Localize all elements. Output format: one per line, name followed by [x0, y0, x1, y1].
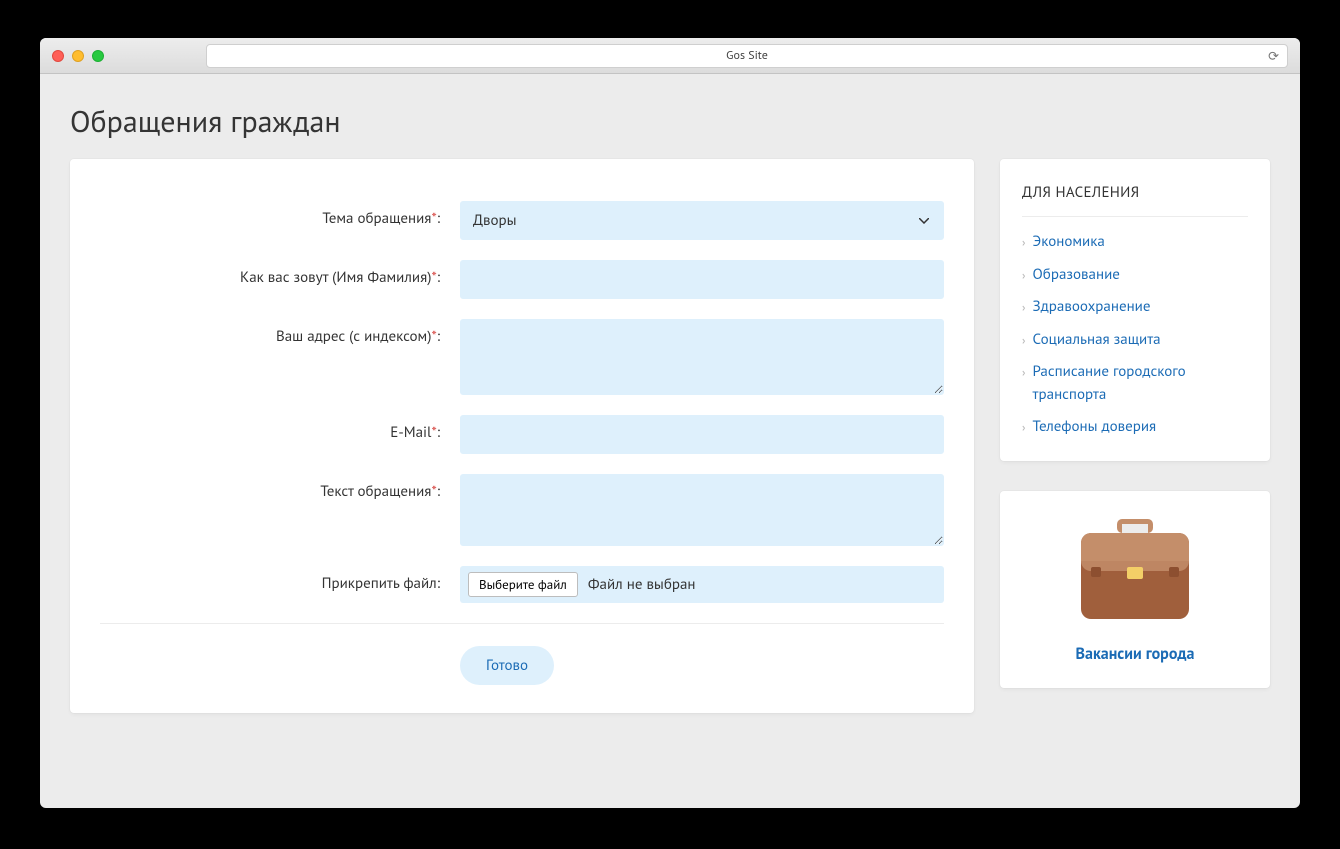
form-card: Тема обращения*: Дворы Как вас зовут (Им… — [70, 159, 974, 713]
chevron-right-icon: ›› — [1022, 416, 1023, 437]
label-file: Прикрепить файл: — [100, 566, 460, 593]
chevron-right-icon: ›› — [1022, 231, 1023, 252]
row-address: Ваш адрес (с индексом)*: — [100, 319, 944, 395]
population-title: ДЛЯ НАСЕЛЕНИЯ — [1022, 183, 1248, 217]
label-email: E-Mail*: — [100, 415, 460, 442]
chevron-right-icon: ›› — [1022, 329, 1023, 350]
divider — [100, 623, 944, 624]
maximize-icon[interactable] — [92, 50, 104, 62]
sidebar-link-health[interactable]: Здравоохранение — [1033, 296, 1151, 319]
titlebar: Gos Site ⟳ — [40, 38, 1300, 74]
chevron-right-icon: ›› — [1022, 361, 1023, 382]
sidebar-link-economy[interactable]: Экономика — [1033, 231, 1105, 254]
email-input[interactable] — [460, 415, 944, 454]
label-name: Как вас зовут (Имя Фамилия)*: — [100, 260, 460, 287]
row-message: Текст обращения*: — [100, 474, 944, 546]
sidebar-link-social[interactable]: Социальная защита — [1033, 329, 1161, 352]
row-name: Как вас зовут (Имя Фамилия)*: — [100, 260, 944, 299]
sidebar-link-helplines[interactable]: Телефоны доверия — [1033, 416, 1157, 439]
row-topic: Тема обращения*: Дворы — [100, 201, 944, 240]
chevron-right-icon: ›› — [1022, 296, 1023, 317]
chevron-right-icon: ›› — [1022, 264, 1023, 285]
vacancies-link[interactable]: Вакансии города — [1076, 644, 1195, 664]
list-item: ›› Здравоохранение — [1022, 296, 1248, 319]
address-textarea[interactable] — [460, 319, 944, 395]
name-input[interactable] — [460, 260, 944, 299]
file-status: Файл не выбран — [588, 575, 696, 594]
briefcase-icon — [1020, 517, 1250, 630]
list-item: ›› Образование — [1022, 264, 1248, 287]
vacancies-card: Вакансии города — [1000, 491, 1270, 688]
file-choose-button[interactable]: Выберите файл — [468, 572, 578, 597]
address-bar[interactable]: Gos Site ⟳ — [206, 44, 1288, 68]
label-topic: Тема обращения*: — [100, 201, 460, 228]
page-heading: Обращения граждан — [70, 74, 1270, 159]
minimize-icon[interactable] — [72, 50, 84, 62]
list-item: ›› Расписание городского транспорта — [1022, 361, 1248, 406]
page-title-urlbar: Gos Site — [726, 48, 768, 63]
refresh-icon[interactable]: ⟳ — [1268, 47, 1279, 64]
topic-select[interactable]: Дворы — [460, 201, 944, 240]
label-message: Текст обращения*: — [100, 474, 460, 501]
submit-row: Готово — [100, 646, 944, 685]
file-wrap: Выберите файл Файл не выбран — [460, 566, 944, 603]
list-item: ›› Экономика — [1022, 231, 1248, 254]
row-file: Прикрепить файл: Выберите файл Файл не в… — [100, 566, 944, 603]
list-item: ›› Социальная защита — [1022, 329, 1248, 352]
label-address: Ваш адрес (с индексом)*: — [100, 319, 460, 346]
browser-window: Gos Site ⟳ Обращения граждан Тема обраще… — [40, 38, 1300, 808]
row-email: E-Mail*: — [100, 415, 944, 454]
population-card: ДЛЯ НАСЕЛЕНИЯ ›› Экономика ›› Образовани… — [1000, 159, 1270, 461]
sidebar-link-education[interactable]: Образование — [1033, 264, 1120, 287]
sidebar-link-transport[interactable]: Расписание городского транспорта — [1033, 361, 1248, 406]
close-icon[interactable] — [52, 50, 64, 62]
submit-button[interactable]: Готово — [460, 646, 554, 685]
list-item: ›› Телефоны доверия — [1022, 416, 1248, 439]
sidebar: ДЛЯ НАСЕЛЕНИЯ ›› Экономика ›› Образовани… — [1000, 159, 1270, 688]
page-content: Обращения граждан Тема обращения*: Дворы… — [40, 74, 1300, 743]
layout: Тема обращения*: Дворы Как вас зовут (Им… — [70, 159, 1270, 713]
message-textarea[interactable] — [460, 474, 944, 546]
window-controls — [52, 50, 104, 62]
population-list: ›› Экономика ›› Образование ›› Здравоохр… — [1022, 231, 1248, 439]
